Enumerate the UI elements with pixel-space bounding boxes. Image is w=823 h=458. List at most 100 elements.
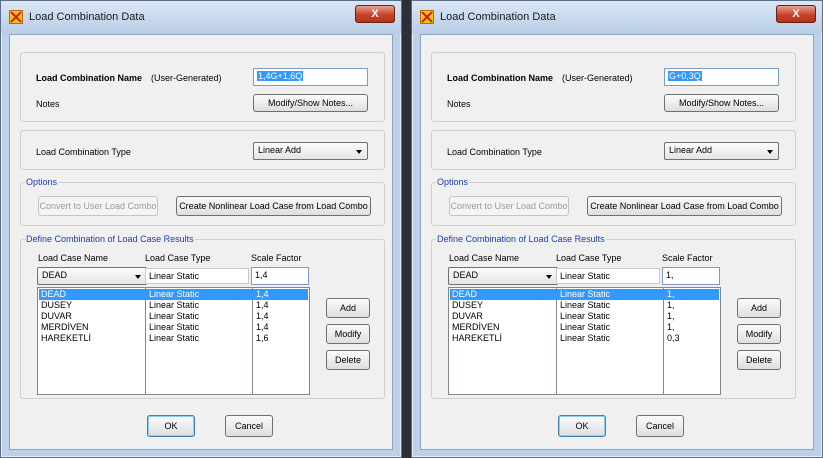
combo-name-group: Load Combination Name (User-Generated) G… bbox=[431, 52, 796, 122]
case-name-select[interactable]: DEAD bbox=[37, 267, 147, 285]
col-header-scale-factor: Scale Factor bbox=[251, 253, 302, 263]
col-header-case-name: Load Case Name bbox=[38, 253, 109, 263]
combo-name-group: Load Combination Name (User-Generated) 1… bbox=[20, 52, 385, 122]
combo-type-label: Load Combination Type bbox=[447, 147, 542, 157]
cancel-button[interactable]: Cancel bbox=[225, 415, 273, 437]
close-button[interactable]: X bbox=[776, 5, 816, 23]
load-case-list[interactable]: DEAD Linear Static 1,4 DUSEY Linear Stat… bbox=[37, 287, 310, 395]
list-case-type: Linear Static bbox=[560, 311, 611, 321]
list-case-name: DUSEY bbox=[41, 300, 73, 310]
notes-label: Notes bbox=[36, 99, 60, 109]
list-case-type: Linear Static bbox=[149, 322, 200, 332]
list-scale-factor: 1,4 bbox=[256, 322, 269, 332]
list-case-type: Linear Static bbox=[560, 333, 611, 343]
list-scale-factor: 1, bbox=[667, 322, 675, 332]
list-scale-factor: 1,6 bbox=[256, 333, 269, 343]
case-name-select[interactable]: DEAD bbox=[448, 267, 558, 285]
ok-button[interactable]: OK bbox=[147, 415, 195, 437]
list-case-name: MERDİVEN bbox=[452, 322, 500, 332]
create-nonlinear-case-button[interactable]: Create Nonlinear Load Case from Load Com… bbox=[587, 196, 782, 216]
delete-button[interactable]: Delete bbox=[737, 350, 781, 370]
define-combination-label: Define Combination of Load Case Results bbox=[436, 234, 606, 244]
col-header-case-type: Load Case Type bbox=[145, 253, 211, 263]
add-button[interactable]: Add bbox=[737, 298, 781, 318]
list-scale-factor: 1,4 bbox=[256, 300, 269, 310]
list-case-name: DUVAR bbox=[41, 311, 72, 321]
combo-type-select[interactable]: Linear Add bbox=[664, 142, 779, 160]
notes-label: Notes bbox=[447, 99, 471, 109]
options-group: Options Convert to User Load Combo Creat… bbox=[431, 177, 796, 226]
load-case-list[interactable]: DEAD Linear Static 1, DUSEY Linear Stati… bbox=[448, 287, 721, 395]
list-case-name: DEAD bbox=[452, 289, 478, 299]
modify-show-notes-button[interactable]: Modify/Show Notes... bbox=[253, 94, 368, 112]
modify-button[interactable]: Modify bbox=[737, 324, 781, 344]
window-title: Load Combination Data bbox=[440, 11, 556, 23]
list-item[interactable]: DUVAR Linear Static 1,4 bbox=[39, 311, 308, 322]
add-button[interactable]: Add bbox=[326, 298, 370, 318]
combo-type-label: Load Combination Type bbox=[36, 147, 131, 157]
ok-button[interactable]: OK bbox=[558, 415, 606, 437]
close-button[interactable]: X bbox=[355, 5, 395, 23]
chevron-down-icon bbox=[546, 275, 552, 279]
list-scale-factor: 1, bbox=[667, 300, 675, 310]
case-type-value: Linear Static bbox=[556, 268, 660, 284]
list-case-type: Linear Static bbox=[149, 311, 200, 321]
scale-factor-input[interactable]: 1, bbox=[662, 267, 720, 285]
convert-to-user-combo-button[interactable]: Convert to User Load Combo bbox=[449, 196, 569, 216]
modify-show-notes-button[interactable]: Modify/Show Notes... bbox=[664, 94, 779, 112]
list-case-type: Linear Static bbox=[560, 300, 611, 310]
list-case-name: HAREKETLİ bbox=[41, 333, 92, 343]
combo-name-label: Load Combination Name bbox=[447, 73, 554, 83]
combo-name-label: Load Combination Name bbox=[36, 73, 143, 83]
col-header-case-type: Load Case Type bbox=[556, 253, 622, 263]
list-item[interactable]: HAREKETLİ Linear Static 0,3 bbox=[450, 333, 719, 344]
sap-app-icon bbox=[9, 10, 23, 24]
convert-to-user-combo-button[interactable]: Convert to User Load Combo bbox=[38, 196, 158, 216]
combo-name-input[interactable]: 1,4G+1,6Q bbox=[253, 68, 368, 86]
load-combination-dialog: Load Combination Data X Load Combination… bbox=[0, 0, 402, 458]
create-nonlinear-case-button[interactable]: Create Nonlinear Load Case from Load Com… bbox=[176, 196, 371, 216]
chevron-down-icon bbox=[767, 150, 773, 154]
list-scale-factor: 1, bbox=[667, 311, 675, 321]
list-item[interactable]: MERDİVEN Linear Static 1,4 bbox=[39, 322, 308, 333]
options-label: Options bbox=[25, 177, 59, 187]
list-item[interactable]: MERDİVEN Linear Static 1, bbox=[450, 322, 719, 333]
list-case-type: Linear Static bbox=[149, 300, 200, 310]
list-scale-factor: 1, bbox=[667, 289, 675, 299]
combo-type-group: Load Combination Type Linear Add bbox=[20, 130, 385, 170]
title-bar[interactable]: Load Combination Data X bbox=[412, 1, 822, 33]
list-case-type: Linear Static bbox=[149, 333, 200, 343]
list-case-name: DUSEY bbox=[452, 300, 484, 310]
case-type-value: Linear Static bbox=[145, 268, 249, 284]
title-bar[interactable]: Load Combination Data X bbox=[1, 1, 401, 33]
chevron-down-icon bbox=[135, 275, 141, 279]
cancel-button[interactable]: Cancel bbox=[636, 415, 684, 437]
col-header-case-name: Load Case Name bbox=[449, 253, 520, 263]
list-item[interactable]: DUSEY Linear Static 1,4 bbox=[39, 300, 308, 311]
combo-type-select[interactable]: Linear Add bbox=[253, 142, 368, 160]
list-item[interactable]: DEAD Linear Static 1, bbox=[450, 289, 719, 300]
load-combination-dialog: Load Combination Data X Load Combination… bbox=[411, 0, 823, 458]
sap-app-icon bbox=[420, 10, 434, 24]
list-case-type: Linear Static bbox=[560, 289, 611, 299]
user-generated-label: (User-Generated) bbox=[562, 73, 633, 83]
list-case-type: Linear Static bbox=[560, 322, 611, 332]
user-generated-label: (User-Generated) bbox=[151, 73, 222, 83]
list-item[interactable]: DEAD Linear Static 1,4 bbox=[39, 289, 308, 300]
list-case-name: DUVAR bbox=[452, 311, 483, 321]
list-item[interactable]: DUSEY Linear Static 1, bbox=[450, 300, 719, 311]
list-case-name: HAREKETLİ bbox=[452, 333, 503, 343]
list-item[interactable]: DUVAR Linear Static 1, bbox=[450, 311, 719, 322]
options-label: Options bbox=[436, 177, 470, 187]
delete-button[interactable]: Delete bbox=[326, 350, 370, 370]
modify-button[interactable]: Modify bbox=[326, 324, 370, 344]
list-scale-factor: 1,4 bbox=[256, 289, 269, 299]
scale-factor-input[interactable]: 1,4 bbox=[251, 267, 309, 285]
list-case-name: DEAD bbox=[41, 289, 67, 299]
list-item[interactable]: HAREKETLİ Linear Static 1,6 bbox=[39, 333, 308, 344]
list-scale-factor: 1,4 bbox=[256, 311, 269, 321]
combo-name-input[interactable]: G+0,3Q bbox=[664, 68, 779, 86]
options-group: Options Convert to User Load Combo Creat… bbox=[20, 177, 385, 226]
list-case-name: MERDİVEN bbox=[41, 322, 89, 332]
list-case-type: Linear Static bbox=[149, 289, 200, 299]
